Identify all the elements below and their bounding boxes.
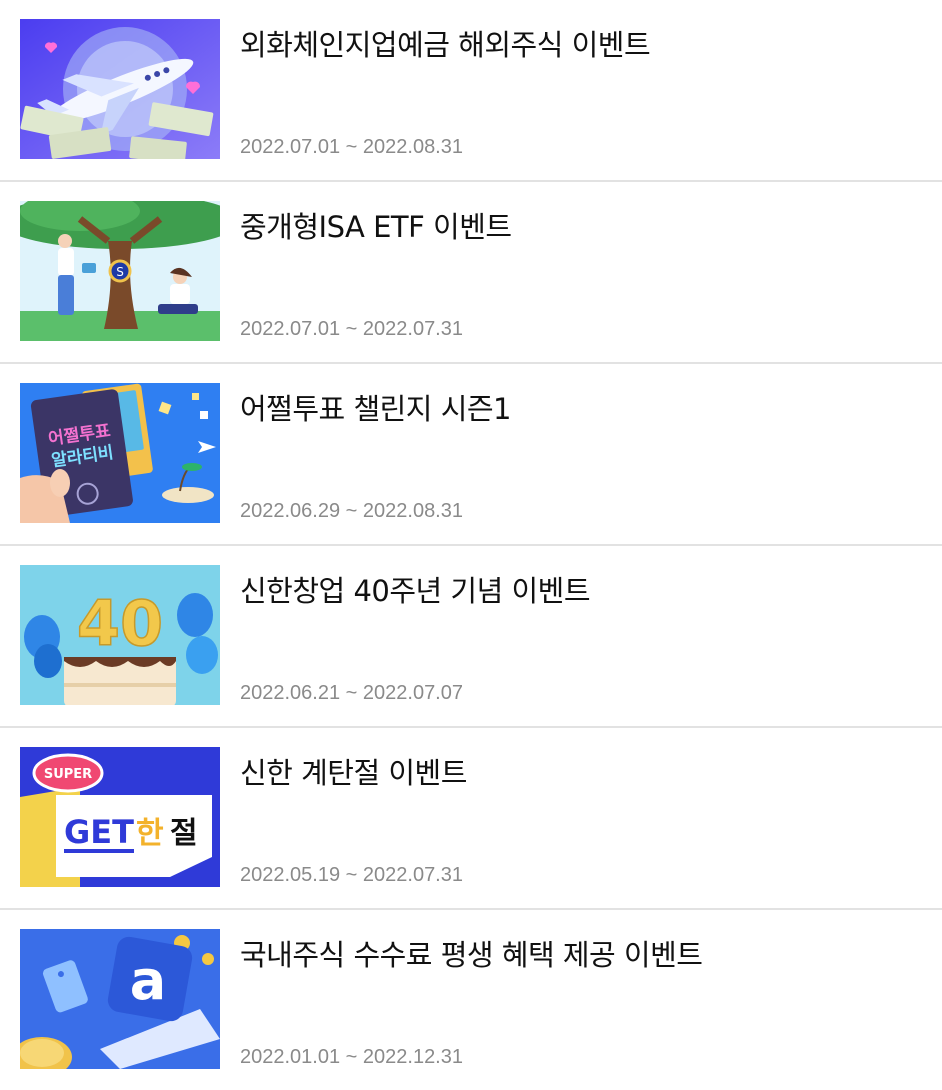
jeol-label: 절 — [170, 816, 198, 851]
event-item[interactable]: SUPER GET 한 절 신한 계탄절 이벤트 2022.05.19 ~ 20… — [0, 728, 942, 910]
app-coin-image: a — [20, 929, 220, 1069]
event-thumbnail-cake[interactable]: 40 — [20, 565, 220, 705]
airplane-money-image — [20, 19, 220, 159]
event-item[interactable]: 40 신한창업 40주년 기념 이벤트 2022.06.21 ~ 2022.07… — [0, 546, 942, 728]
event-period: 2022.06.21 ~ 2022.07.07 — [240, 682, 463, 704]
event-item[interactable]: a 국내주식 수수료 평생 혜택 제공 이벤트 2022.01.01 ~ 202… — [0, 910, 942, 1090]
super-label: SUPER — [44, 767, 92, 782]
event-period: 2022.07.01 ~ 2022.07.31 — [240, 318, 463, 340]
event-thumbnail-passport[interactable]: 어쩔투표 알라티비 — [20, 383, 220, 523]
event-title[interactable]: 어쩔투표 챌린지 시즌1 — [240, 386, 512, 428]
han-label: 한 — [136, 816, 164, 851]
event-title[interactable]: 국내주식 수수료 평생 혜택 제공 이벤트 — [240, 932, 703, 974]
passport-travel-image: 어쩔투표 알라티비 — [20, 383, 220, 523]
event-title[interactable]: 외화체인지업예금 해외주식 이벤트 — [240, 22, 651, 64]
birthday-cake-40-image: 40 — [20, 565, 220, 705]
event-period: 2022.07.01 ~ 2022.08.31 — [240, 136, 463, 158]
event-item[interactable]: 외화체인지업예금 해외주식 이벤트 2022.07.01 ~ 2022.08.3… — [0, 0, 942, 182]
event-period: 2022.05.19 ~ 2022.07.31 — [240, 864, 463, 886]
event-title[interactable]: 중개형ISA ETF 이벤트 — [240, 204, 512, 246]
cake-number: 40 — [77, 587, 163, 660]
app-logo-letter: a — [130, 949, 166, 1012]
event-period: 2022.06.29 ~ 2022.08.31 — [240, 500, 463, 522]
svg-text:S: S — [116, 265, 124, 279]
event-list: 외화체인지업예금 해외주식 이벤트 2022.07.01 ~ 2022.08.3… — [0, 0, 942, 1090]
super-get-image: SUPER GET 한 절 — [20, 747, 220, 887]
event-item[interactable]: 어쩔투표 알라티비 어쩔투표 챌린지 시즌1 2022.06.29 ~ 2022… — [0, 364, 942, 546]
event-item[interactable]: S 중개형ISA ETF 이벤트 2022.07.01 ~ 2022.07.31 — [0, 182, 942, 364]
event-title[interactable]: 신한 계탄절 이벤트 — [240, 750, 467, 792]
tree-watering-image: S — [20, 201, 220, 341]
event-thumbnail-tree[interactable]: S — [20, 201, 220, 341]
event-thumbnail-airplane[interactable] — [20, 19, 220, 159]
event-thumbnail-app[interactable]: a — [20, 929, 220, 1069]
event-period: 2022.01.01 ~ 2022.12.31 — [240, 1046, 463, 1068]
event-title[interactable]: 신한창업 40주년 기념 이벤트 — [240, 568, 591, 610]
event-thumbnail-super-get[interactable]: SUPER GET 한 절 — [20, 747, 220, 887]
get-label: GET — [64, 813, 134, 851]
